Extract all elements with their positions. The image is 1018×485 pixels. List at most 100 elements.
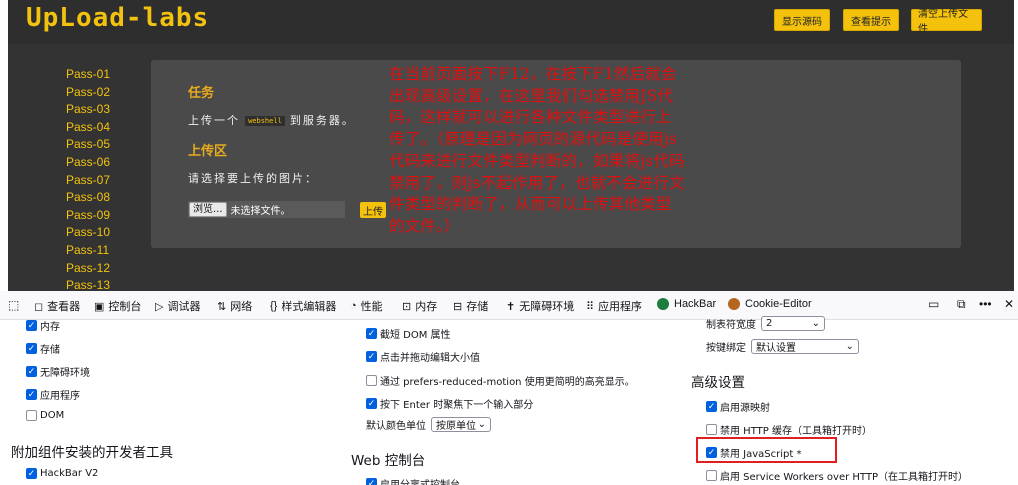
pass-item-07[interactable]: Pass-07	[66, 172, 110, 190]
pass-item-08[interactable]: Pass-08	[66, 189, 110, 207]
setting-disable-http-cache[interactable]: 禁用 HTTP 缓存（工具箱打开时）	[706, 422, 872, 437]
checkbox-checked-icon[interactable]: ✓	[706, 401, 717, 412]
checkbox-checked-icon[interactable]: ✓	[26, 320, 37, 331]
console-icon: ▣	[94, 300, 105, 313]
checkbox-unchecked-icon[interactable]	[26, 410, 37, 421]
advanced-settings-heading: 高级设置	[691, 375, 745, 391]
checkbox-checked-icon[interactable]: ✓	[26, 389, 37, 400]
tab-cookie-editor[interactable]: Cookie-Editor	[728, 298, 812, 310]
setting-truncate-dom-attributes[interactable]: ✓ 截短 DOM 属性	[366, 326, 451, 341]
tab-console[interactable]: ▣ 控制台	[94, 298, 141, 314]
setting-enter-focus-next[interactable]: ✓ 按下 Enter 时聚焦下一个输入部分	[366, 396, 533, 411]
cookie-icon	[728, 298, 740, 310]
element-picker-icon[interactable]: ⬚	[8, 298, 19, 312]
color-unit-select[interactable]: 按原单位 ⌄	[431, 417, 491, 432]
tab-width-label: 制表符宽度	[706, 320, 756, 331]
default-color-unit-setting: 默认颜色单位 按原单位 ⌄	[366, 417, 491, 432]
tab-accessibility[interactable]: ✝ 无障碍环境	[506, 298, 574, 314]
pass-item-03[interactable]: Pass-03	[66, 101, 110, 119]
tab-storage[interactable]: ⊟ 存储	[453, 298, 488, 314]
browse-button[interactable]: 浏览...	[189, 202, 227, 217]
tab-label: 查看器	[47, 301, 81, 313]
checkbox-checked-icon[interactable]: ✓	[26, 468, 37, 479]
setting-hackbar-v2[interactable]: ✓ HackBar V2	[26, 468, 98, 479]
network-icon: ⇅	[217, 300, 227, 313]
clear-uploads-button[interactable]: 清空上传文件	[911, 9, 982, 35]
more-options-icon[interactable]: •••	[979, 297, 992, 311]
checkbox-unchecked-icon[interactable]	[706, 470, 717, 481]
tab-label: 样式编辑器	[281, 301, 337, 313]
tab-width-setting: 制表符宽度 2 ⌄	[706, 316, 825, 331]
style-editor-icon: {}	[270, 300, 278, 312]
tab-inspector[interactable]: ◻ 查看器	[34, 298, 80, 314]
keybind-label: 按键绑定	[706, 343, 746, 354]
checkbox-checked-icon[interactable]: ✓	[366, 478, 377, 485]
checkbox-checked-icon[interactable]: ✓	[26, 366, 37, 377]
setting-memory[interactable]: ✓ 内存	[26, 318, 60, 333]
logo: UpLoad-labs	[26, 3, 210, 33]
pass-item-06[interactable]: Pass-06	[66, 154, 110, 172]
setting-label: HackBar V2	[40, 468, 99, 479]
setting-split-console[interactable]: ✓启用分离式控制台	[366, 476, 460, 485]
view-hint-button[interactable]: 查看提示	[843, 9, 899, 31]
devtools-toolbar: ⬚ ◻ 查看器 ▣ 控制台 ▷ 调试器 ⇅ 网络 {} 样式编辑器 ◔ 性能 ⊡ 内存 ⊟ 存储…	[0, 291, 1018, 320]
tab-memory[interactable]: ⊡ 内存	[402, 298, 437, 314]
pass-item-01[interactable]: Pass-01	[66, 66, 110, 84]
task-text-before: 上传一个	[188, 115, 240, 127]
tab-hackbar[interactable]: HackBar	[657, 298, 716, 310]
setting-label: 点击并拖动编辑大小值	[380, 353, 480, 364]
no-file-text: 未选择文件。	[230, 206, 291, 217]
pass-item-13[interactable]: Pass-13	[66, 277, 110, 291]
checkbox-unchecked-icon[interactable]	[706, 424, 717, 435]
setting-application[interactable]: ✓ 应用程序	[26, 387, 80, 402]
checkbox-checked-icon[interactable]: ✓	[366, 328, 377, 339]
setting-source-maps[interactable]: ✓ 启用源映射	[706, 399, 770, 414]
tab-performance[interactable]: ◔ 性能	[350, 298, 383, 314]
tab-label: 内存	[415, 301, 438, 313]
setting-drag-edit-values[interactable]: ✓ 点击并拖动编辑大小值	[366, 349, 480, 364]
tab-application[interactable]: ⠿ 应用程序	[586, 298, 642, 314]
setting-label: 按下 Enter 时聚焦下一个输入部分	[380, 400, 534, 411]
pass-item-02[interactable]: Pass-02	[66, 84, 110, 102]
tab-network[interactable]: ⇅ 网络	[217, 298, 252, 314]
tab-label: 网络	[230, 301, 253, 313]
checkbox-unchecked-icon[interactable]	[366, 375, 377, 386]
checkbox-checked-icon[interactable]: ✓	[26, 343, 37, 354]
pass-item-09[interactable]: Pass-09	[66, 207, 110, 225]
dock-icon[interactable]: ⧉	[957, 297, 966, 312]
setting-storage[interactable]: ✓ 存储	[26, 341, 60, 356]
show-source-button[interactable]: 显示源码	[774, 9, 830, 31]
task-heading: 任务	[188, 85, 215, 100]
setting-label: 通过 prefers-reduced-motion 使用更简明的高亮显示。	[380, 377, 635, 388]
pass-item-12[interactable]: Pass-12	[66, 260, 110, 278]
tab-label: HackBar	[674, 298, 717, 310]
responsive-mode-icon[interactable]: ▭	[928, 297, 939, 311]
pass-item-11[interactable]: Pass-11	[66, 242, 110, 260]
setting-dom[interactable]: DOM	[26, 410, 64, 421]
file-input[interactable]: 浏览... 未选择文件。	[188, 201, 345, 218]
tab-style-editor[interactable]: {} 样式编辑器	[270, 298, 336, 314]
tab-debugger[interactable]: ▷ 调试器	[155, 298, 200, 314]
setting-accessibility[interactable]: ✓ 无障碍环境	[26, 364, 90, 379]
application-icon: ⠿	[586, 300, 595, 313]
pass-item-05[interactable]: Pass-05	[66, 136, 110, 154]
accessibility-icon: ✝	[506, 300, 516, 313]
close-icon[interactable]: ✕	[1004, 297, 1014, 311]
setting-label: 无障碍环境	[40, 368, 90, 379]
pass-item-04[interactable]: Pass-04	[66, 119, 110, 137]
checkbox-checked-icon[interactable]: ✓	[366, 398, 377, 409]
keybind-select[interactable]: 默认设置 ⌄	[751, 339, 859, 354]
app-header: UpLoad-labs 显示源码 查看提示 清空上传文件	[8, 0, 1014, 44]
pass-item-10[interactable]: Pass-10	[66, 224, 110, 242]
upload-prompt: 请选择要上传的图片：	[188, 173, 318, 185]
setting-reduced-motion-highlight[interactable]: 通过 prefers-reduced-motion 使用更简明的高亮显示。	[366, 373, 635, 388]
setting-service-workers-http[interactable]: 启用 Service Workers over HTTP（在工具箱打开时）	[706, 468, 968, 483]
setting-label: 启用 Service Workers over HTTP（在工具箱打开时）	[720, 472, 969, 483]
pass-list: Pass-01 Pass-02 Pass-03 Pass-04 Pass-05 …	[66, 66, 110, 291]
checkbox-checked-icon[interactable]: ✓	[366, 351, 377, 362]
performance-icon: ◔	[350, 300, 357, 312]
tab-label: 调试器	[167, 301, 201, 313]
upload-button[interactable]: 上传	[360, 202, 386, 218]
tab-width-select[interactable]: 2 ⌄	[761, 316, 825, 331]
setting-label: 禁用 HTTP 缓存（工具箱打开时）	[720, 426, 872, 437]
